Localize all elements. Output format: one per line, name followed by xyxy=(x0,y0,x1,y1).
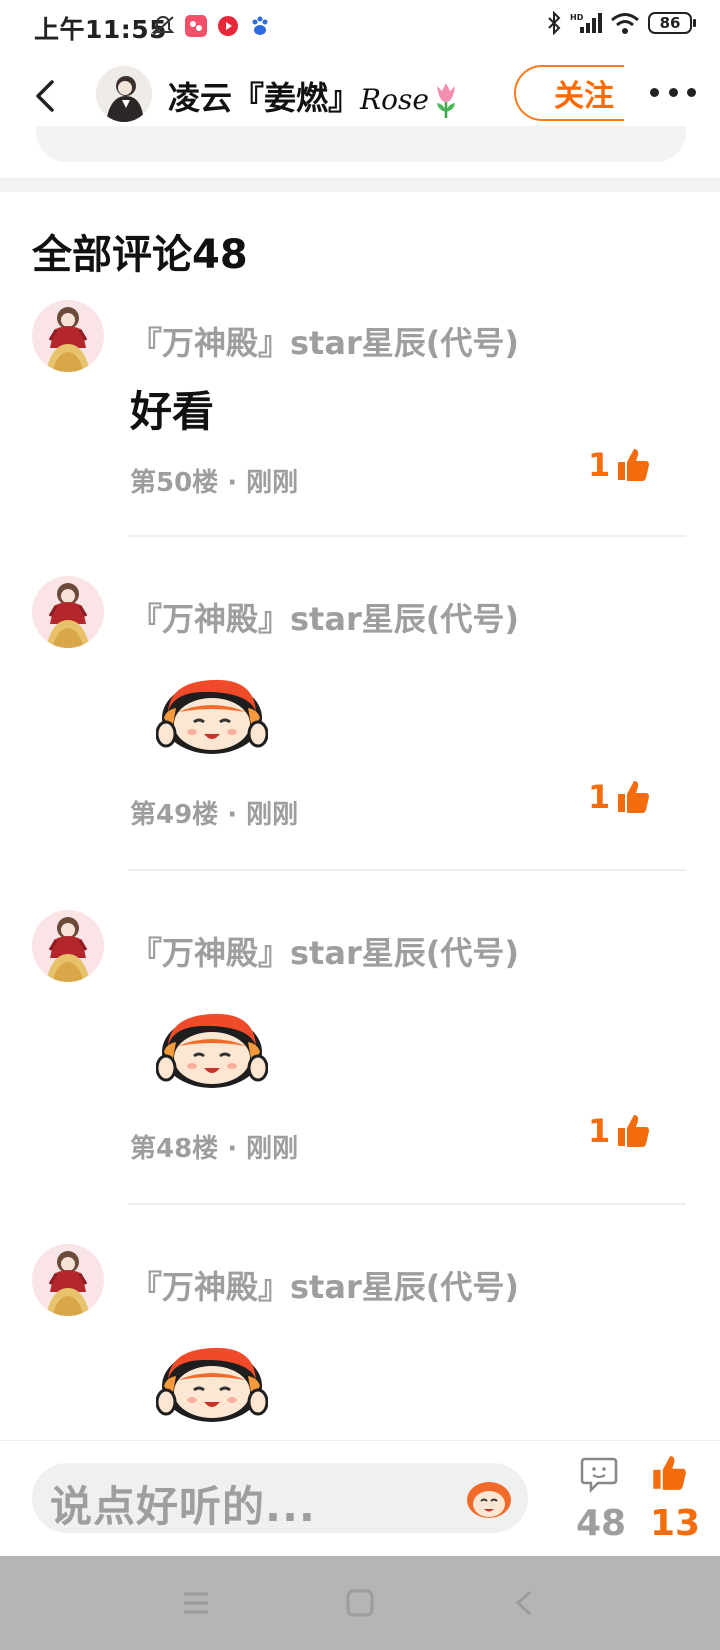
author-name[interactable]: 凌云『姜燃』Rose xyxy=(168,73,461,120)
comment-meta: 第50楼 · 刚刚 xyxy=(130,468,299,498)
comment-divider xyxy=(128,1203,686,1205)
comment-like-button[interactable]: 1 xyxy=(588,446,650,484)
commenter-name[interactable]: 『万神殿』star星辰(代号) xyxy=(130,1262,519,1308)
wifi-icon xyxy=(611,13,639,34)
comment-like-button[interactable]: 1 xyxy=(588,778,650,816)
more-options-icon[interactable] xyxy=(650,88,696,100)
follow-button[interactable]: 关注 xyxy=(514,65,624,121)
comment-like-count: 1 xyxy=(588,446,611,484)
home-icon[interactable] xyxy=(342,1586,378,1620)
comment-bubble-icon[interactable] xyxy=(580,1455,618,1493)
comment-text: 好看 xyxy=(130,387,215,436)
comment-divider xyxy=(128,535,686,537)
author-avatar[interactable] xyxy=(96,66,152,122)
battery-indicator: 86 xyxy=(648,12,696,34)
status-time: 上午11:55 xyxy=(34,15,168,44)
system-nav-bar xyxy=(0,1556,720,1650)
sticker-image[interactable] xyxy=(156,1340,268,1426)
back-icon[interactable] xyxy=(30,76,64,116)
like-count: 13 xyxy=(650,1503,701,1544)
emoji-sticker-icon[interactable] xyxy=(462,1473,516,1523)
commenter-name[interactable]: 『万神殿』star星辰(代号) xyxy=(130,928,519,974)
comment-input[interactable]: 说点好听的... xyxy=(32,1463,528,1533)
app-notification-icon xyxy=(185,15,207,37)
thumbs-up-icon[interactable] xyxy=(648,1453,688,1493)
thumbs-up-icon xyxy=(618,449,650,481)
author-name-suffix: Rose xyxy=(360,83,429,116)
author-name-text: 凌云『姜燃』 xyxy=(168,79,361,117)
baidu-paw-icon xyxy=(252,16,268,35)
bottom-action-bar: 说点好听的... 48 13 xyxy=(0,1440,720,1557)
tulip-icon xyxy=(436,83,455,118)
sticker-image[interactable] xyxy=(156,1006,268,1092)
comment-like-count: 1 xyxy=(588,778,611,816)
section-divider xyxy=(0,178,720,192)
comment-meta: 第48楼 · 刚刚 xyxy=(130,1134,299,1164)
commenter-avatar[interactable] xyxy=(32,910,104,982)
bluetooth-icon xyxy=(548,11,561,35)
sticker-image[interactable] xyxy=(156,672,268,758)
svg-text:HD: HD xyxy=(570,13,584,22)
commenter-name[interactable]: 『万神殿』star星辰(代号) xyxy=(130,594,519,640)
comment-count: 48 xyxy=(576,1503,627,1544)
video-app-icon xyxy=(218,16,238,36)
nav-back-icon[interactable] xyxy=(508,1586,544,1620)
status-bar: 上午11:55 HD 86 xyxy=(0,0,720,52)
comment-meta: 第49楼 · 刚刚 xyxy=(130,800,299,830)
commenter-avatar[interactable] xyxy=(32,300,104,372)
comment-input-placeholder: 说点好听的... xyxy=(50,1482,316,1531)
commenter-name[interactable]: 『万神殿』star星辰(代号) xyxy=(130,318,519,364)
thumbs-up-icon xyxy=(618,781,650,813)
post-card-bottom xyxy=(36,126,686,162)
comment-divider xyxy=(128,869,686,871)
signal-icon: HD xyxy=(570,13,602,33)
comments-title: 全部评论48 xyxy=(32,232,248,278)
thumbs-up-icon xyxy=(618,1115,650,1147)
comment-like-button[interactable]: 1 xyxy=(588,1112,650,1150)
commenter-avatar[interactable] xyxy=(32,1244,104,1316)
comment-like-count: 1 xyxy=(588,1112,611,1150)
commenter-avatar[interactable] xyxy=(32,576,104,648)
menu-icon[interactable] xyxy=(178,1586,214,1620)
bell-muted-icon xyxy=(151,15,175,36)
